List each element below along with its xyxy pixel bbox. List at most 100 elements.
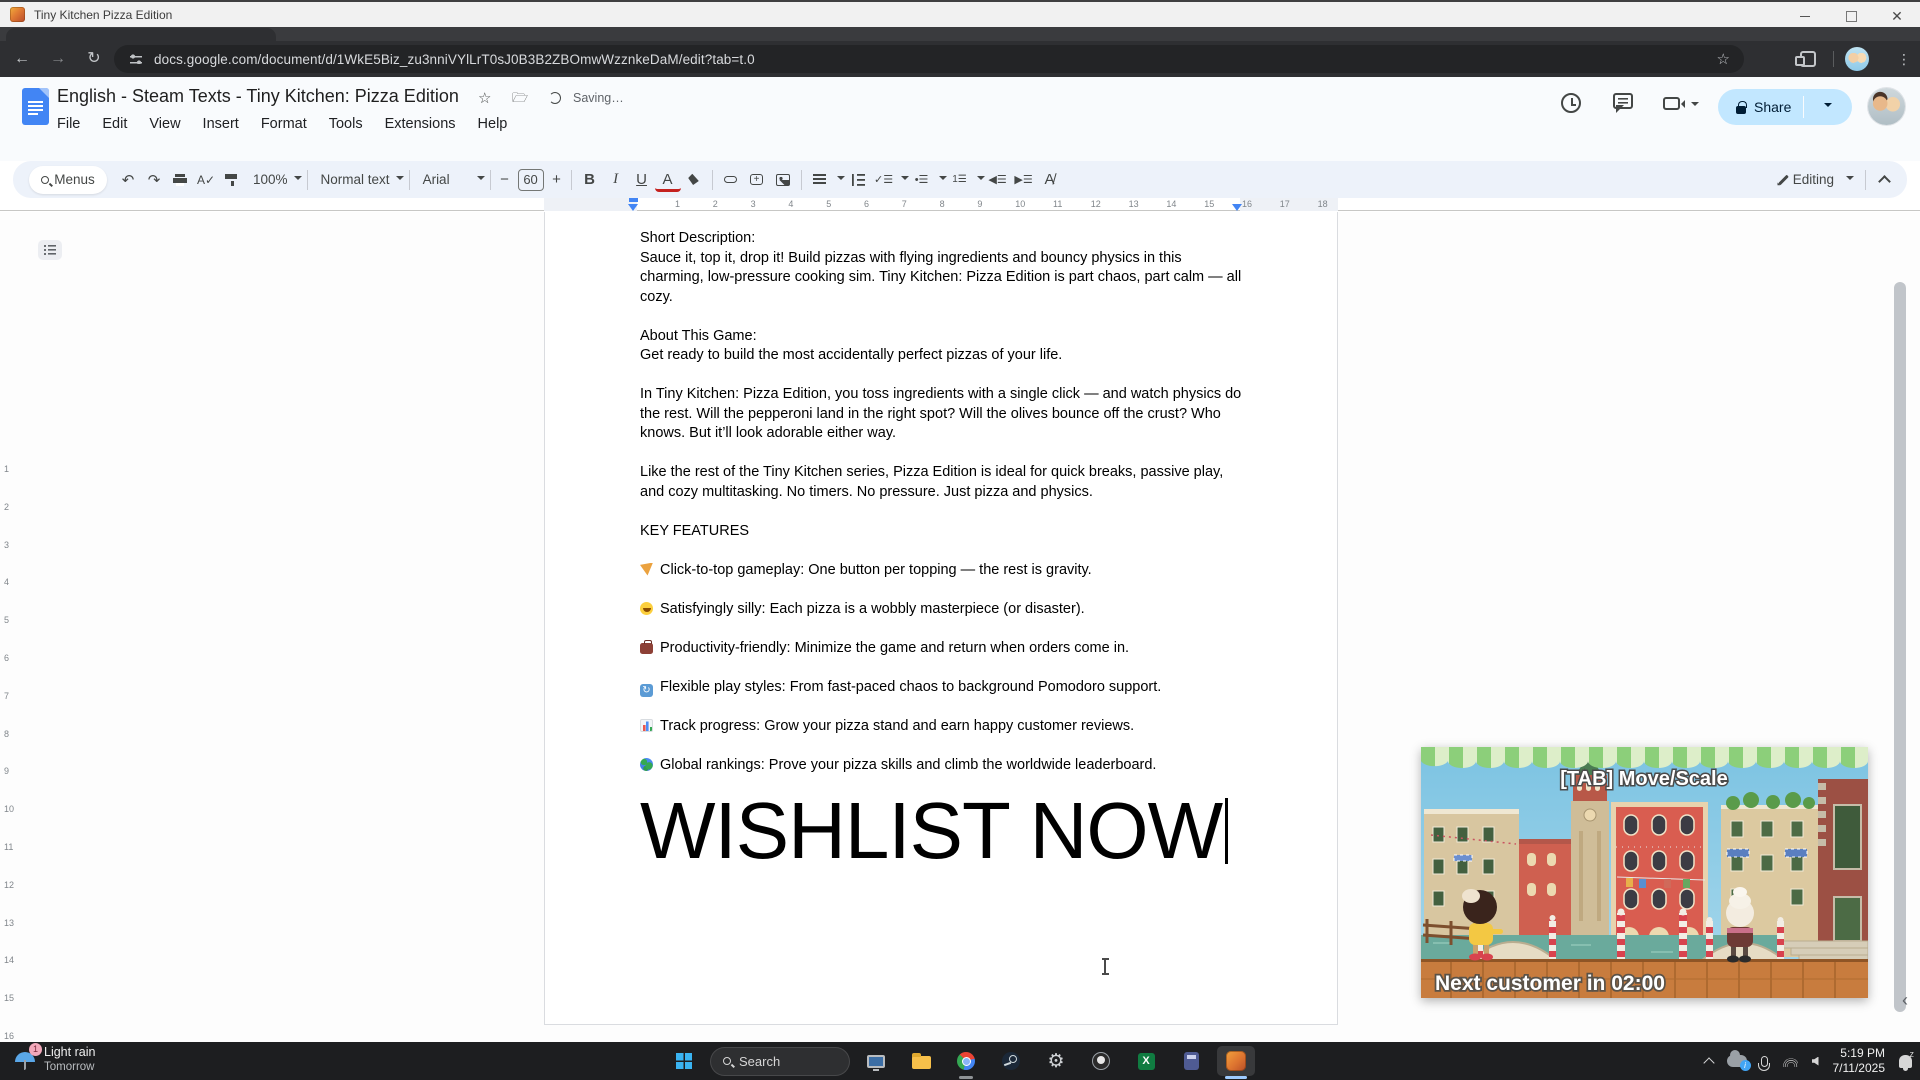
feature-text[interactable]: Click-to-top gameplay: One button per to… (660, 562, 1092, 578)
taskbar-app-excel[interactable]: X (1127, 1046, 1165, 1076)
insert-link-button[interactable] (718, 167, 744, 193)
feature-text[interactable]: Satisfyingly silly: Each pizza is a wobb… (660, 601, 1085, 617)
microphone-icon[interactable] (1761, 1056, 1768, 1067)
redo-button[interactable]: ↷ (141, 167, 167, 193)
vertical-ruler[interactable]: 12345678910111213141516 (0, 424, 14, 1004)
bulleted-list-button[interactable]: •☰ (909, 167, 935, 193)
horizontal-ruler[interactable]: 123456789101112131415161718 (0, 198, 1920, 211)
wishlist-now-heading[interactable]: WISHLIST NOW (640, 787, 1243, 875)
paint-format-button[interactable] (219, 167, 245, 193)
paragraph[interactable] (640, 502, 1243, 522)
taskbar-app-calculator[interactable] (1172, 1046, 1210, 1076)
taskbar-clock[interactable]: 5:19 PM 7/11/2025 (1833, 1046, 1886, 1076)
numbered-list-button[interactable]: 1☰ (947, 167, 973, 193)
volume-icon[interactable] (1812, 1057, 1819, 1066)
feature-line[interactable]: Flexible play styles: From fast-paced ch… (640, 678, 1243, 698)
increase-indent-button[interactable]: ▶☰ (1011, 167, 1037, 193)
taskbar-app-tiny-kitchen-game[interactable] (1217, 1046, 1255, 1076)
taskbar-weather-widget[interactable]: 1 Light rain Tomorrow (14, 1045, 95, 1075)
extensions-icon[interactable] (1800, 51, 1816, 67)
spellcheck-button[interactable]: A✓ (193, 167, 219, 193)
taskbar-search[interactable]: Search (710, 1047, 850, 1076)
scrollbar-thumb[interactable] (1894, 282, 1906, 1012)
version-history-icon[interactable] (1561, 93, 1587, 119)
clear-formatting-button[interactable]: A̸ (1037, 167, 1063, 193)
paragraph[interactable]: In Tiny Kitchen: Pizza Edition, you toss… (640, 385, 1243, 444)
wifi-icon[interactable] (1782, 1055, 1798, 1067)
menu-item[interactable]: Help (469, 113, 517, 135)
feature-text[interactable]: Flexible play styles: From fast-paced ch… (660, 679, 1161, 695)
menu-item[interactable]: Edit (93, 113, 136, 135)
increase-font-button[interactable]: + (548, 167, 566, 193)
menu-item[interactable]: Extensions (376, 113, 465, 135)
side-panel-collapse-icon[interactable]: ‹ (1902, 990, 1908, 1011)
zoom-select[interactable]: 100% (245, 172, 290, 187)
print-button[interactable] (167, 167, 193, 193)
taskbar-app-chrome[interactable] (947, 1046, 985, 1076)
decrease-font-button[interactable]: − (496, 167, 514, 193)
meet-video-icon[interactable] (1663, 93, 1689, 119)
feature-line[interactable]: Global rankings: Prove your pizza skills… (640, 756, 1243, 776)
underline-button[interactable]: U (629, 167, 655, 193)
maximize-button[interactable] (1828, 4, 1874, 29)
menu-item[interactable]: View (140, 113, 189, 135)
show-outline-button[interactable] (38, 240, 62, 260)
browser-menu-icon[interactable]: ⋮ (1893, 48, 1915, 70)
active-tab[interactable] (6, 28, 276, 41)
editing-mode-select[interactable]: Editing (1776, 172, 1860, 187)
paragraph[interactable]: Like the rest of the Tiny Kitchen series… (640, 463, 1243, 502)
forward-arrow-icon[interactable]: → (47, 48, 69, 70)
checklist-button[interactable]: ✓☰ (871, 167, 897, 193)
site-settings-icon[interactable] (130, 54, 142, 64)
paragraph[interactable]: KEY FEATURES (640, 522, 1243, 542)
menus-search-button[interactable]: Menus (29, 166, 107, 194)
back-arrow-icon[interactable]: ← (11, 48, 33, 70)
highlight-button[interactable] (681, 167, 707, 193)
star-document-icon[interactable]: ☆ (478, 89, 491, 107)
bookmark-star-icon[interactable]: ☆ (1717, 50, 1730, 68)
account-avatar[interactable] (1868, 88, 1905, 125)
share-button[interactable]: Share (1718, 89, 1852, 125)
align-button[interactable] (807, 167, 833, 193)
text-color-button[interactable]: A (655, 170, 681, 192)
tray-expand-icon[interactable] (1703, 1057, 1714, 1068)
feature-text[interactable]: Track progress: Grow your pizza stand an… (660, 718, 1134, 734)
undo-button[interactable]: ↶ (115, 167, 141, 193)
menu-item[interactable]: Tools (320, 113, 372, 135)
comments-icon[interactable] (1613, 93, 1639, 119)
paragraph-style-select[interactable]: Normal text (313, 172, 392, 187)
paragraph[interactable] (640, 307, 1243, 327)
taskbar-app-steam[interactable] (992, 1046, 1030, 1076)
paragraph[interactable] (640, 366, 1243, 386)
feature-line[interactable]: Track progress: Grow your pizza stand an… (640, 717, 1243, 737)
taskbar-app-obs-studio[interactable] (1082, 1046, 1120, 1076)
hide-menus-button[interactable] (1871, 167, 1897, 193)
close-button[interactable]: ✕ (1874, 4, 1920, 29)
paragraph[interactable]: Get ready to build the most accidentally… (640, 346, 1243, 366)
paragraph[interactable]: Short Description: (640, 229, 1243, 249)
url-text[interactable]: docs.google.com/document/d/1WkE5Biz_zu3n… (154, 52, 755, 67)
document-title[interactable]: English - Steam Texts - Tiny Kitchen: Pi… (57, 86, 459, 107)
insert-image-button[interactable] (770, 167, 796, 193)
menu-item[interactable]: Insert (194, 113, 248, 135)
font-select[interactable]: Arial (415, 172, 473, 187)
reload-icon[interactable]: ↻ (83, 48, 105, 70)
minimize-button[interactable] (1782, 4, 1828, 29)
feature-text[interactable]: Productivity-friendly: Minimize the game… (660, 640, 1129, 656)
decrease-indent-button[interactable]: ◀☰ (985, 167, 1011, 193)
taskbar-app-settings-gear[interactable]: ⚙ (1037, 1046, 1075, 1076)
italic-button[interactable]: I (603, 167, 629, 193)
notification-bell-icon[interactable] (1899, 1055, 1912, 1068)
paragraph[interactable]: Sauce it, top it, drop it! Build pizzas … (640, 249, 1243, 308)
game-pip-window[interactable]: [TAB] Move/Scale Next customer in 02:00 (1421, 747, 1868, 998)
document-text[interactable]: Short Description:Sauce it, top it, drop… (640, 229, 1243, 875)
feature-line[interactable]: Productivity-friendly: Minimize the game… (640, 639, 1243, 659)
url-bar[interactable]: docs.google.com/document/d/1WkE5Biz_zu3n… (114, 45, 1744, 73)
first-line-indent-marker[interactable] (629, 198, 638, 202)
taskbar-app-task-view[interactable] (857, 1046, 895, 1076)
start-button[interactable] (665, 1046, 703, 1076)
feature-line[interactable]: Click-to-top gameplay: One button per to… (640, 561, 1243, 581)
paragraph[interactable] (640, 444, 1243, 464)
add-comment-button[interactable]: + (744, 167, 770, 193)
feature-line[interactable]: Satisfyingly silly: Each pizza is a wobb… (640, 600, 1243, 620)
